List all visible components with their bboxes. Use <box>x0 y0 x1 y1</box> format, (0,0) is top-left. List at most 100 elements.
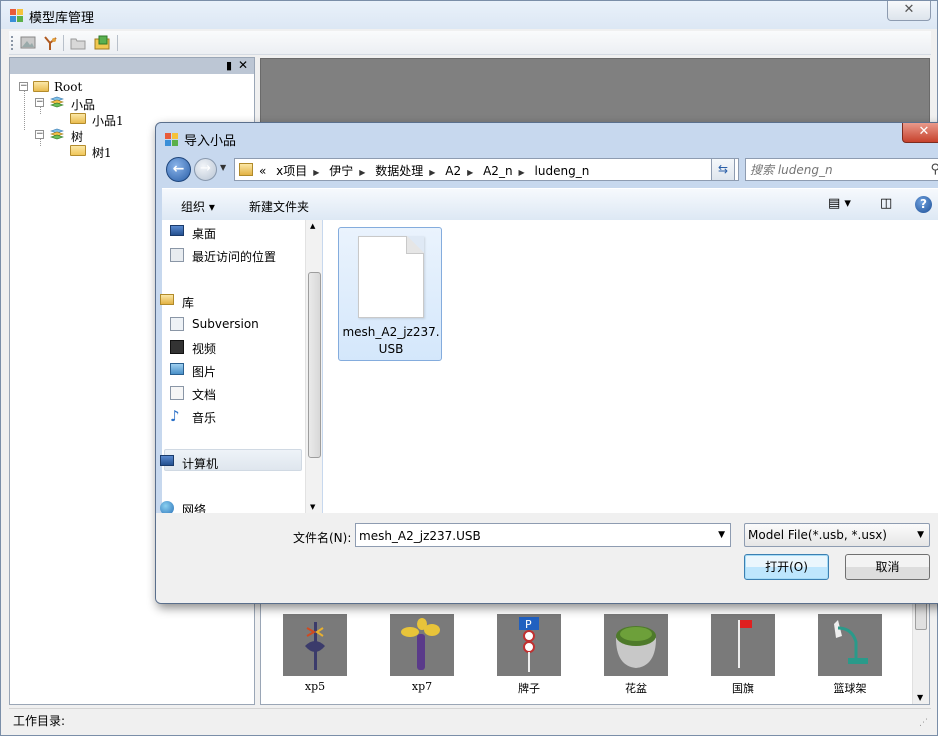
open-folder-icon[interactable] <box>69 34 87 52</box>
toolbar <box>9 31 931 55</box>
nav-item-music[interactable]: ♪ 音乐 <box>170 407 216 426</box>
toolbar-grip[interactable] <box>11 36 14 50</box>
status-text: 工作目录: <box>13 714 66 728</box>
thumbnail-xp7[interactable] <box>390 614 454 676</box>
desktop-icon <box>170 225 184 236</box>
filename-input[interactable] <box>359 527 699 544</box>
folder-open-icon <box>33 81 49 92</box>
library-icon <box>160 294 174 305</box>
file-item[interactable]: mesh_A2_jz237.USB <box>338 227 442 361</box>
scroll-down-icon[interactable]: ▼ <box>917 693 923 702</box>
command-bar: 组织 ▾ 新建文件夹 ▤ ▾ ◫ ? <box>162 188 938 220</box>
refresh-button[interactable]: ⇆ <box>711 158 735 181</box>
breadcrumb-item[interactable]: 数据处理 <box>375 164 423 178</box>
breadcrumb-item[interactable]: ludeng_n <box>535 164 590 178</box>
cancel-button[interactable]: 取消 <box>845 554 930 580</box>
collapse-icon[interactable]: − <box>19 82 28 91</box>
search-input[interactable] <box>750 161 910 178</box>
preview-pane-icon[interactable]: ◫ <box>880 196 892 211</box>
documents-icon <box>170 386 184 400</box>
nav-item-library[interactable]: 库 <box>160 294 195 311</box>
filename-combobox[interactable]: ▼ <box>355 523 731 547</box>
video-icon <box>170 340 184 354</box>
breadcrumb-item[interactable]: x项目 <box>276 164 307 178</box>
nav-item-recent[interactable]: 最近访问的位置 <box>170 248 277 265</box>
nav-item-desktop[interactable]: 桌面 <box>170 225 216 242</box>
window-close-button[interactable]: ✕ <box>887 1 931 21</box>
chevron-right-icon[interactable]: ▶ <box>429 168 435 177</box>
nav-item-label: 最近访问的位置 <box>192 250 277 264</box>
status-bar: 工作目录: ⋰ <box>9 708 931 730</box>
nav-scrollbar[interactable]: ▲ ▼ <box>305 220 322 513</box>
tool-icon[interactable] <box>41 34 59 52</box>
import-icon[interactable] <box>93 34 111 52</box>
panel-close-icon[interactable]: ✕ <box>238 58 248 72</box>
scroll-down-icon[interactable]: ▼ <box>310 503 315 511</box>
pin-icon[interactable]: ▮ <box>226 59 232 72</box>
thumbnail-label: 国旗 <box>732 682 754 695</box>
collapse-icon[interactable]: − <box>35 98 44 107</box>
panel-header: ▮ ✕ <box>10 58 254 74</box>
refresh-icon: ⇆ <box>717 162 729 176</box>
new-folder-button[interactable]: 新建文件夹 <box>249 198 309 215</box>
navigation-pane: 桌面 最近访问的位置 库 Subversion 视频 图片 文档 ♪ 音乐 计算… <box>160 220 322 517</box>
thumbnail-label: 牌子 <box>518 682 540 695</box>
music-icon: ♪ <box>170 407 180 425</box>
history-dropdown-icon[interactable]: ▼ <box>220 163 226 172</box>
preview-viewport[interactable] <box>260 58 930 128</box>
chevron-right-icon[interactable]: ▶ <box>313 168 319 177</box>
nav-item-video[interactable]: 视频 <box>170 340 217 357</box>
nav-item-label: 计算机 <box>182 457 219 471</box>
file-list: mesh_A2_jz237.USB <box>323 220 938 513</box>
title-bar: 模型库管理 ✕ <box>1 1 937 29</box>
breadcrumb-item[interactable]: 伊宁 <box>329 164 353 178</box>
nav-item-documents[interactable]: 文档 <box>170 386 216 403</box>
thumbnail-label: 篮球架 <box>833 682 867 695</box>
breadcrumb-item[interactable]: A2_n <box>483 164 512 178</box>
chevron-right-icon[interactable]: ▶ <box>359 168 365 177</box>
breadcrumb-overflow[interactable]: « <box>259 164 266 178</box>
thumbnail-guoqi[interactable] <box>711 614 775 676</box>
help-icon[interactable]: ? <box>915 196 932 213</box>
arrow-right-icon: → <box>200 161 211 176</box>
view-options-icon[interactable]: ▤ ▾ <box>828 196 851 211</box>
thumbnail-paizi[interactable]: P <box>497 614 561 676</box>
open-button[interactable]: 打开(O) <box>744 554 829 580</box>
collapse-icon[interactable]: − <box>35 130 44 139</box>
file-type-select[interactable]: Model File(*.usb, *.usx) ▼ <box>744 523 930 547</box>
chevron-down-icon[interactable]: ▼ <box>917 530 924 540</box>
gallery-scrollbar[interactable]: ▼ <box>912 600 929 704</box>
recent-places-icon <box>170 248 184 262</box>
back-button[interactable]: ← <box>166 157 191 182</box>
tree-node-label: Root <box>54 80 83 94</box>
scrollbar-thumb[interactable] <box>915 602 927 630</box>
computer-icon <box>160 455 174 466</box>
thumbnail-label: xp7 <box>411 680 433 693</box>
breadcrumb-item[interactable]: A2 <box>445 164 461 178</box>
chevron-right-icon[interactable]: ▶ <box>467 168 473 177</box>
chevron-down-icon[interactable]: ▼ <box>718 530 725 540</box>
nav-item-subversion[interactable]: Subversion <box>170 317 259 331</box>
scrollbar-thumb[interactable] <box>308 272 321 458</box>
folder-open-icon <box>70 113 86 124</box>
resize-grip-icon[interactable]: ⋰ <box>919 718 929 728</box>
nav-item-label: 视频 <box>192 342 217 356</box>
scroll-up-icon[interactable]: ▲ <box>310 222 315 230</box>
thumbnail-xp5[interactable] <box>283 614 347 676</box>
folder-icon <box>70 145 86 156</box>
chevron-right-icon[interactable]: ▶ <box>519 168 525 177</box>
thumbnail-lanqiujia[interactable] <box>818 614 882 676</box>
search-box[interactable]: ⚲ <box>745 158 938 181</box>
dialog-title: 导入小品 <box>184 134 237 149</box>
dialog-close-button[interactable]: ✕ <box>902 123 938 143</box>
nav-item-label: 图片 <box>192 365 217 379</box>
filename-label: 文件名(N): <box>293 531 352 545</box>
forward-button[interactable]: → <box>194 158 217 181</box>
organize-menu[interactable]: 组织 ▾ <box>181 198 215 215</box>
nav-item-pictures[interactable]: 图片 <box>170 363 217 380</box>
nav-item-label: 库 <box>182 296 195 310</box>
image-icon[interactable] <box>19 34 37 52</box>
nav-item-computer[interactable]: 计算机 <box>160 455 219 472</box>
address-bar[interactable]: « x项目▶ 伊宁▶ 数据处理▶ A2▶ A2_n▶ ludeng_n ▼ <box>234 158 739 181</box>
thumbnail-huapen[interactable] <box>604 614 668 676</box>
